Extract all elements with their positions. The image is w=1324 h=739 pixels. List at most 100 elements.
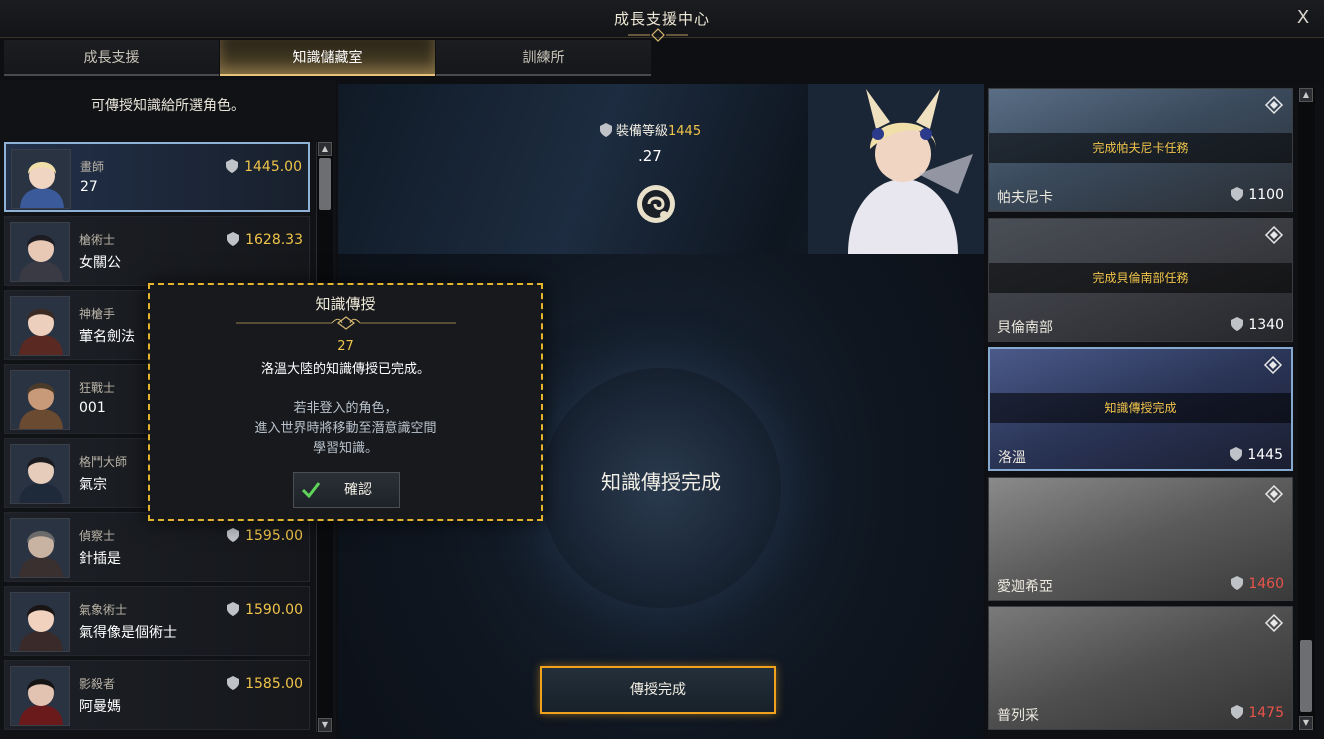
character-name: 氣得像是個術士 bbox=[79, 625, 177, 641]
scroll-down-icon[interactable]: ▼ bbox=[1299, 716, 1313, 730]
check-icon bbox=[302, 482, 320, 498]
gear-shield-icon bbox=[600, 123, 612, 137]
diamond-icon bbox=[1264, 95, 1284, 115]
character-portrait bbox=[10, 370, 70, 430]
diamond-icon bbox=[1264, 484, 1284, 503]
diamond-icon bbox=[1263, 355, 1283, 375]
region-panel: ▲ ▼ 完成帕夫尼卡任務 帕夫尼卡 1100 完成貝倫南部任務 貝倫南部 1340 知識傳授… bbox=[986, 86, 1324, 739]
region-list-scrollbar[interactable]: ▲ ▼ bbox=[1298, 88, 1315, 730]
character-item-level: 1585.00 bbox=[227, 676, 303, 692]
character-class: 畫師 bbox=[80, 160, 105, 174]
character-name: 001 bbox=[79, 400, 106, 416]
gear-level: 裝備等級1445 bbox=[600, 120, 701, 139]
character-portrait-image bbox=[808, 84, 984, 254]
region-card[interactable]: 完成貝倫南部任務 貝倫南部 1340 bbox=[988, 217, 1293, 342]
diamond-icon bbox=[1264, 613, 1284, 633]
character-avatar-icon bbox=[12, 150, 70, 208]
character-banner: 裝備等級1445 .27 bbox=[338, 84, 984, 254]
gear-level-label: 裝備等級 bbox=[616, 124, 669, 139]
character-item-level: 1595.00 bbox=[227, 528, 303, 544]
tab-training-ground[interactable]: 訓練所 bbox=[436, 40, 651, 76]
region-item-level-value: 1475 bbox=[1248, 705, 1284, 721]
scroll-thumb[interactable] bbox=[319, 158, 331, 210]
region-card[interactable]: 普列采 1475 bbox=[988, 606, 1293, 730]
character-class: 狂戰士 bbox=[79, 381, 116, 395]
scroll-thumb[interactable] bbox=[1300, 640, 1312, 712]
region-item-level: 1460 bbox=[1231, 575, 1284, 592]
scroll-down-icon[interactable]: ▼ bbox=[318, 718, 332, 732]
confirm-button-label: 確認 bbox=[344, 482, 372, 498]
character-class: 槍術士 bbox=[79, 233, 116, 247]
tab-growth-support[interactable]: 成長支援 bbox=[4, 40, 219, 76]
class-emblem-icon bbox=[637, 185, 675, 223]
character-item-level-value: 1585.00 bbox=[245, 676, 303, 692]
window-title: 成長支援中心 bbox=[613, 10, 710, 28]
character-row[interactable]: 畫師 27 1445.00 bbox=[4, 142, 310, 212]
character-class: 偵察士 bbox=[79, 529, 116, 543]
region-item-level-value: 1445 bbox=[1247, 447, 1283, 463]
character-avatar-icon bbox=[11, 371, 69, 429]
item-level-shield-icon bbox=[227, 528, 240, 542]
character-avatar-icon bbox=[11, 223, 69, 281]
region-name: 洛溫 bbox=[998, 450, 1026, 466]
region-card[interactable]: 完成帕夫尼卡任務帕夫尼卡 1100 bbox=[988, 88, 1293, 212]
item-level-shield-icon bbox=[226, 159, 239, 173]
character-class: 神槍手 bbox=[79, 307, 116, 321]
scroll-up-icon[interactable]: ▲ bbox=[1299, 88, 1313, 102]
region-status: 知識傳授完成 bbox=[990, 393, 1291, 423]
character-portrait bbox=[10, 592, 70, 652]
region-name: 愛迦希亞 bbox=[997, 578, 1053, 595]
region-item-level: 1445 bbox=[1230, 447, 1283, 463]
region-card[interactable]: 知識傳授完成洛溫 1445 bbox=[988, 347, 1293, 471]
dialog-note-line: 學習知識。 bbox=[312, 441, 378, 456]
title-bar: 成長支援中心 X bbox=[0, 0, 1324, 42]
character-item-level-value: 1590.00 bbox=[245, 602, 303, 618]
region-status: 完成帕夫尼卡任務 bbox=[989, 133, 1292, 163]
item-level-shield-icon bbox=[1231, 187, 1244, 201]
tab-knowledge-storage[interactable]: 知識儲藏室 bbox=[220, 40, 435, 76]
region-name: 普列采 bbox=[997, 708, 1039, 724]
region-item-level: 1340 bbox=[1231, 316, 1284, 333]
character-row[interactable]: 影殺者阿曼媽 1585.00 bbox=[4, 660, 310, 730]
region-item-level: 1100 bbox=[1231, 187, 1284, 203]
region-item-level-value: 1340 bbox=[1248, 316, 1284, 333]
knowledge-transfer-dialog: 知識傳授 27 洛溫大陸的知識傳授已完成。 若非登入的角色， 進入世界時將移動至… bbox=[148, 283, 543, 521]
character-name: 女關公 bbox=[79, 255, 121, 271]
character-class: 氣象術士 bbox=[79, 603, 128, 617]
character-name: 針插是 bbox=[79, 551, 121, 567]
dialog-note-line: 進入世界時將移動至潛意識空間 bbox=[254, 421, 437, 436]
scroll-up-icon[interactable]: ▲ bbox=[318, 142, 332, 156]
character-name: 27 bbox=[80, 179, 98, 195]
tab-bar: 成長支援 知識儲藏室 訓練所 bbox=[4, 40, 652, 78]
item-level-shield-icon bbox=[227, 676, 240, 690]
character-row[interactable]: 偵察士針插是 1595.00 bbox=[4, 512, 310, 582]
character-portrait bbox=[10, 222, 70, 282]
character-item-level-value: 1628.33 bbox=[245, 232, 303, 248]
character-avatar-icon bbox=[11, 593, 69, 651]
character-row[interactable]: 氣象術士氣得像是個術士 1590.00 bbox=[4, 586, 310, 656]
character-avatar-icon bbox=[11, 519, 69, 577]
item-level-shield-icon bbox=[1231, 316, 1244, 331]
character-class: 影殺者 bbox=[79, 677, 116, 691]
transfer-complete-button[interactable]: 傳授完成 bbox=[540, 666, 776, 714]
item-level-shield-icon bbox=[1231, 575, 1244, 590]
character-avatar-icon bbox=[11, 297, 69, 355]
region-item-level-value: 1100 bbox=[1248, 187, 1284, 203]
close-button[interactable]: X bbox=[1290, 5, 1316, 31]
character-name: 阿曼媽 bbox=[79, 699, 121, 715]
region-name: 帕夫尼卡 bbox=[997, 190, 1053, 206]
dialog-message: 洛溫大陸的知識傳授已完成。 bbox=[260, 362, 430, 377]
region-card[interactable]: 愛迦希亞 1460 bbox=[988, 476, 1293, 601]
banner-character-name: .27 bbox=[638, 147, 662, 165]
character-item-level: 1628.33 bbox=[227, 232, 303, 248]
region-status: 完成貝倫南部任務 bbox=[989, 262, 1292, 293]
character-class: 格鬥大師 bbox=[79, 455, 128, 469]
character-name: 氣宗 bbox=[79, 477, 107, 493]
item-level-shield-icon bbox=[227, 232, 240, 246]
character-panel-header: 可傳授知識給所選角色。 bbox=[91, 98, 245, 114]
character-row[interactable]: 槍術士女關公 1628.33 bbox=[4, 216, 310, 286]
character-portrait bbox=[10, 444, 70, 504]
item-level-shield-icon bbox=[227, 602, 240, 616]
confirm-button[interactable]: 確認 bbox=[293, 472, 400, 508]
character-portrait bbox=[10, 296, 70, 356]
